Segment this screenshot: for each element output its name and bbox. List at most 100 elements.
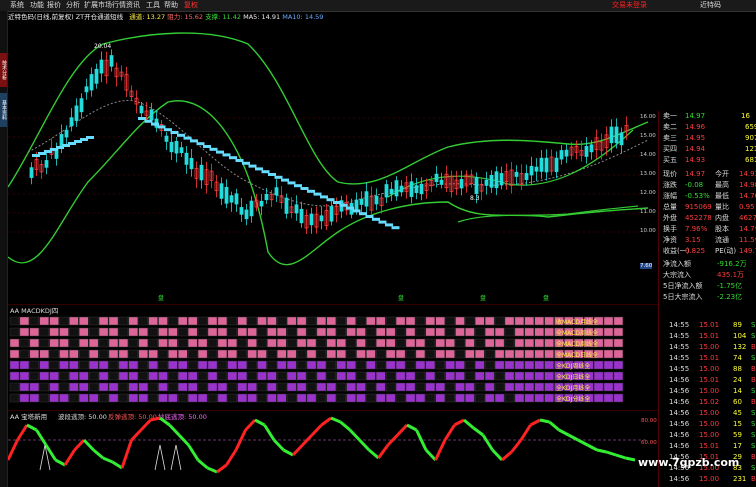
signal-cell (178, 371, 188, 381)
signal-cell (356, 338, 366, 348)
signal-cell (247, 316, 257, 326)
signal-cell (405, 349, 416, 359)
candle-body (244, 209, 249, 220)
signal-cell (603, 338, 614, 348)
menu-item-extended-market[interactable]: 扩展市场行情 (84, 0, 126, 11)
signal-cell (445, 316, 455, 326)
signal-cell (306, 327, 317, 337)
candle-body (89, 74, 94, 91)
osc-segment (567, 433, 579, 442)
signal-cell (484, 349, 495, 359)
tab-basic-info[interactable]: 基本资料 (0, 93, 7, 127)
step-marker (203, 145, 211, 148)
signal-cell (49, 327, 59, 337)
signal-cell (118, 382, 129, 392)
menu-item-news[interactable]: 资讯 (126, 0, 140, 11)
signal-cell (445, 371, 455, 381)
signal-cell (118, 393, 129, 403)
signal-cell (494, 338, 505, 348)
signal-cell (435, 338, 445, 348)
step-marker (274, 175, 283, 179)
signal-cell (455, 393, 465, 403)
candle-body (94, 68, 99, 84)
osc-segment (348, 428, 361, 442)
menu-item-tools[interactable]: 工具 (146, 0, 160, 11)
signal-cell (217, 360, 228, 370)
menu-item-function[interactable]: 功能 (30, 0, 44, 11)
osc-segment (168, 423, 181, 437)
step-marker (86, 136, 94, 139)
macd-kdj-panel[interactable]: AA MACDKDJ四 收MACD月线全全MACD周线全全MACD周线全全MAC… (8, 304, 658, 410)
step-marker (177, 133, 185, 137)
signal-cell (316, 349, 327, 359)
signal-cell (445, 393, 455, 403)
price-chart[interactable]: 20.04 8.3 盘 盘 盘 盘 (8, 22, 658, 304)
tab-technical-analysis[interactable]: 技术分析 (0, 53, 7, 87)
quote-panel: 卖一 14.97 16 卖二14.966590卖三14.959070买四14.9… (658, 111, 756, 487)
signal-cell (197, 382, 208, 392)
signal-cell (425, 371, 436, 381)
signal-cell (415, 349, 426, 359)
signal-cell (39, 349, 49, 359)
event-marker[interactable]: 盘 (480, 294, 486, 302)
step-marker (222, 153, 231, 157)
candle-body (274, 187, 279, 196)
candle-body (609, 126, 614, 144)
osc-segment (519, 424, 532, 441)
candle-body (414, 185, 419, 194)
osc-segment (130, 428, 143, 442)
menu-item-analysis[interactable]: 分析 (66, 0, 80, 11)
candle-body (374, 195, 379, 205)
osc-segment (463, 418, 475, 430)
signal-cell (217, 371, 228, 381)
candle-body (534, 166, 539, 172)
signal-cell (504, 316, 515, 326)
event-marker[interactable]: 盘 (158, 294, 164, 302)
signal-cell (118, 349, 129, 359)
signal-cell (326, 393, 337, 403)
menu-item-current-mode[interactable]: 复权 (184, 0, 198, 11)
menu-item-quote[interactable]: 报价 (47, 0, 61, 11)
signal-cell (475, 338, 485, 348)
oscillator-panel[interactable]: AA 宝塔新用 波段逃顶: 50.00 反弹逃顶: 50.00 抄底逃顶: 50… (8, 410, 658, 487)
candle-body (514, 171, 519, 177)
signal-cell (69, 327, 79, 337)
signal-cell (247, 349, 257, 359)
signal-cell (534, 338, 544, 348)
price-tick: 14.00 (640, 152, 656, 158)
signal-cell (178, 327, 188, 337)
signal-cell (286, 360, 297, 370)
menu-item-help[interactable]: 帮助 (164, 0, 178, 11)
step-marker (242, 161, 250, 165)
signal-cell (435, 382, 445, 392)
signal-cell (455, 327, 465, 337)
price-axis: 16.00 15.00 14.00 13.00 12.00 11.00 10.0… (640, 111, 658, 271)
signal-cell (376, 338, 386, 348)
signal-cell (514, 349, 525, 359)
left-tab-rail: 技术分析 基本资料 (0, 11, 8, 487)
signal-cell (267, 327, 277, 337)
osc-segment (82, 438, 95, 452)
signal-cell (286, 393, 297, 403)
signal-cell (336, 393, 346, 403)
event-marker[interactable]: 盘 (398, 294, 404, 302)
signal-cell (9, 349, 20, 359)
signal-cell (59, 360, 69, 370)
signal-cell (237, 360, 247, 370)
step-marker (391, 226, 400, 230)
event-marker[interactable]: 盘 (543, 294, 549, 302)
signal-cell (514, 360, 525, 370)
signal-cell (197, 338, 208, 348)
menu-item-system[interactable]: 系统 (10, 0, 24, 11)
trade-login-status[interactable]: 交易未登录 (612, 0, 647, 11)
signal-cell (484, 327, 495, 337)
signal-cell (475, 349, 485, 359)
signal-cell (395, 393, 406, 403)
osc-segment (615, 453, 626, 460)
osc-segment (377, 444, 390, 459)
signal-cell (603, 393, 614, 403)
candle-body (239, 207, 244, 215)
indicator-name[interactable]: ZT开仓通道短线 (76, 13, 123, 21)
signal-cell (475, 316, 485, 326)
signal-cell (544, 349, 554, 359)
